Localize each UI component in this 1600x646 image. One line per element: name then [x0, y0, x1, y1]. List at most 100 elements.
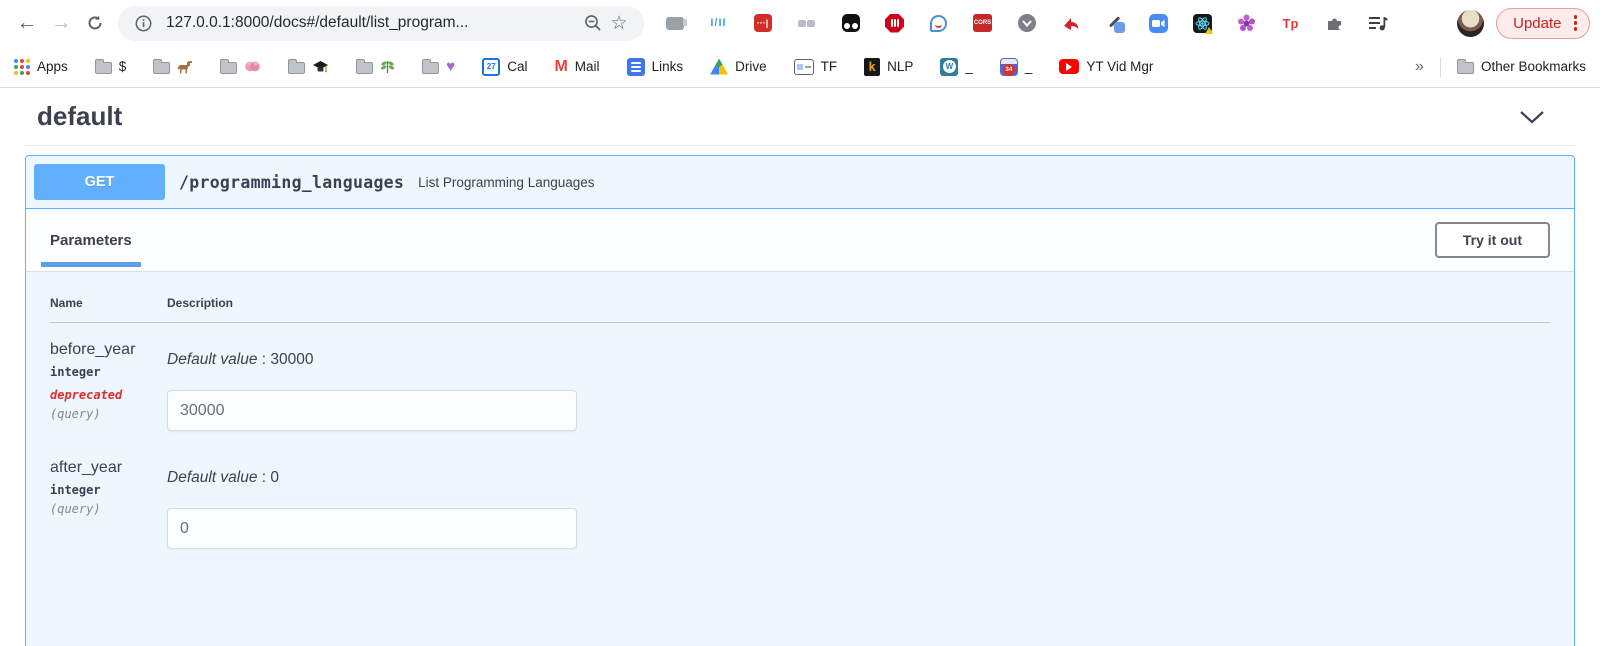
bookmark-tf[interactable]: TF [794, 59, 838, 75]
herb-icon [380, 59, 395, 74]
endpoint-summary: List Programming Languages [418, 175, 594, 190]
forward-button[interactable]: → [44, 6, 78, 40]
extensions-puzzle-icon[interactable] [1324, 13, 1345, 34]
default-value-line: Default value : 30000 [167, 351, 1550, 369]
kebab-menu-icon[interactable] [1572, 13, 1580, 33]
table-row: after_year integer (query) Default value… [50, 431, 1550, 549]
bookmark-34[interactable]: 34 _ [1000, 58, 1033, 76]
name-column-header: Name [50, 296, 167, 310]
zoom-out-icon[interactable] [580, 10, 606, 36]
url-text: 127.0.0.1:8000/docs#/default/list_progra… [166, 14, 580, 32]
tf-card-icon [794, 59, 814, 75]
method-get-badge: GET [34, 164, 165, 200]
divider [1440, 57, 1441, 77]
horse-icon [177, 60, 193, 74]
opblock-summary[interactable]: GET /programming_languages List Programm… [26, 156, 1574, 209]
reload-button[interactable] [78, 6, 112, 40]
param-location: (query) [50, 407, 167, 421]
opblock-get-programming-languages: GET /programming_languages List Programm… [25, 155, 1575, 646]
bookmark-drive[interactable]: Drive [710, 59, 767, 75]
apps-grid-icon [14, 59, 30, 75]
youtube-icon [1059, 59, 1079, 74]
profile-avatar[interactable] [1457, 10, 1484, 37]
bookmark-folder-dollar[interactable]: $ [95, 59, 127, 74]
color-picker-icon[interactable] [1104, 13, 1125, 34]
bookmark-star-icon[interactable]: ☆ [606, 10, 632, 36]
bookmarks-bar: Apps $ [0, 46, 1600, 88]
param-deprecated-flag: deprecated [50, 388, 167, 402]
dark-dots-icon[interactable] [840, 13, 861, 34]
param-location: (query) [50, 502, 167, 516]
chat-smile-icon[interactable] [928, 13, 949, 34]
bookmark-mail[interactable]: M Mail [554, 58, 599, 76]
section-default-header[interactable]: default [25, 88, 1575, 146]
pocket-icon[interactable] [1016, 13, 1037, 34]
try-it-out-button[interactable]: Try it out [1435, 222, 1550, 258]
wayback-machine-icon[interactable]: I/II [708, 13, 729, 34]
bookmark-cal[interactable]: 27 Cal [482, 58, 527, 76]
param-type: integer [50, 365, 167, 379]
bookmark-yt-vid-mgr[interactable]: YT Vid Mgr [1059, 59, 1153, 74]
folder-icon [422, 62, 439, 74]
update-button[interactable]: Update [1496, 8, 1590, 39]
folder-icon [356, 62, 373, 74]
bookmark-nlp[interactable]: k NLP [864, 58, 913, 76]
bookmark-folder-horse[interactable] [153, 59, 193, 74]
extensions-row: I/II ···| CORS [664, 13, 1441, 34]
tab-parameters[interactable]: Parameters [50, 209, 132, 271]
folder-icon [288, 62, 305, 74]
bookmark-links[interactable]: Links [627, 58, 684, 76]
links-doc-icon [627, 58, 645, 76]
other-bookmarks[interactable]: Other Bookmarks [1457, 59, 1586, 74]
google-calendar-icon: 27 [482, 58, 500, 76]
music-playlist-icon[interactable] [1368, 13, 1389, 34]
bookmark-wordpress[interactable]: W _ [940, 58, 973, 76]
table-row: before_year integer deprecated (query) D… [50, 323, 1550, 431]
folder-icon [1457, 62, 1474, 74]
bookmark-apps[interactable]: Apps [14, 59, 68, 75]
chat-icon[interactable] [664, 13, 685, 34]
reload-icon [86, 14, 104, 32]
google-drive-icon [710, 59, 728, 75]
folder-icon [220, 62, 237, 74]
k-dark-icon: k [864, 58, 880, 76]
back-button[interactable]: ← [10, 6, 44, 40]
description-column-header: Description [167, 296, 233, 310]
default-value-line: Default value : 0 [167, 469, 1550, 487]
lastpass-icon[interactable]: ···| [752, 13, 773, 34]
tp-icon[interactable]: Tp [1280, 13, 1301, 34]
video-camera-icon[interactable] [1148, 13, 1169, 34]
binoculars-icon[interactable] [796, 13, 817, 34]
bookmark-folder-purple-heart[interactable]: ♥ [422, 59, 455, 74]
bookmark-folder-grad-cap[interactable] [288, 59, 329, 74]
graduation-cap-icon [312, 60, 329, 74]
param-name: before_year [50, 341, 167, 359]
before-year-input[interactable] [167, 390, 577, 431]
browser-toolbar: ← → 127.0.0.1:8000/docs#/default/list_pr… [0, 0, 1600, 46]
info-icon[interactable] [130, 10, 156, 36]
react-devtools-icon[interactable] [1192, 13, 1213, 34]
url-bar[interactable]: 127.0.0.1:8000/docs#/default/list_progra… [118, 6, 644, 41]
parameters-tab-header: Parameters Try it out [26, 209, 1574, 272]
param-name: after_year [50, 459, 167, 477]
folder-icon [153, 62, 170, 74]
calendar-34-icon: 34 [1000, 58, 1018, 76]
param-type: integer [50, 483, 167, 497]
stop-hand-icon[interactable] [884, 13, 905, 34]
chevron-down-icon[interactable] [1519, 110, 1545, 124]
after-year-input[interactable] [167, 508, 577, 549]
red-share-icon[interactable] [1060, 13, 1081, 34]
endpoint-path: /programming_languages [179, 173, 404, 192]
flower-icon[interactable] [1236, 13, 1257, 34]
wordpress-icon: W [940, 58, 958, 76]
folder-icon [95, 62, 112, 74]
bookmark-folder-herb[interactable] [356, 59, 395, 74]
gmail-icon: M [554, 58, 567, 76]
parameters-section: Name Description before_year integer dep… [26, 272, 1574, 549]
bookmark-folder-brain[interactable] [220, 59, 261, 74]
parameters-table-header: Name Description [50, 296, 1550, 323]
bookmarks-overflow-chevron[interactable]: » [1415, 58, 1424, 76]
brain-icon [244, 60, 261, 73]
update-label: Update [1513, 15, 1561, 32]
cors-icon[interactable]: CORS [972, 13, 993, 34]
